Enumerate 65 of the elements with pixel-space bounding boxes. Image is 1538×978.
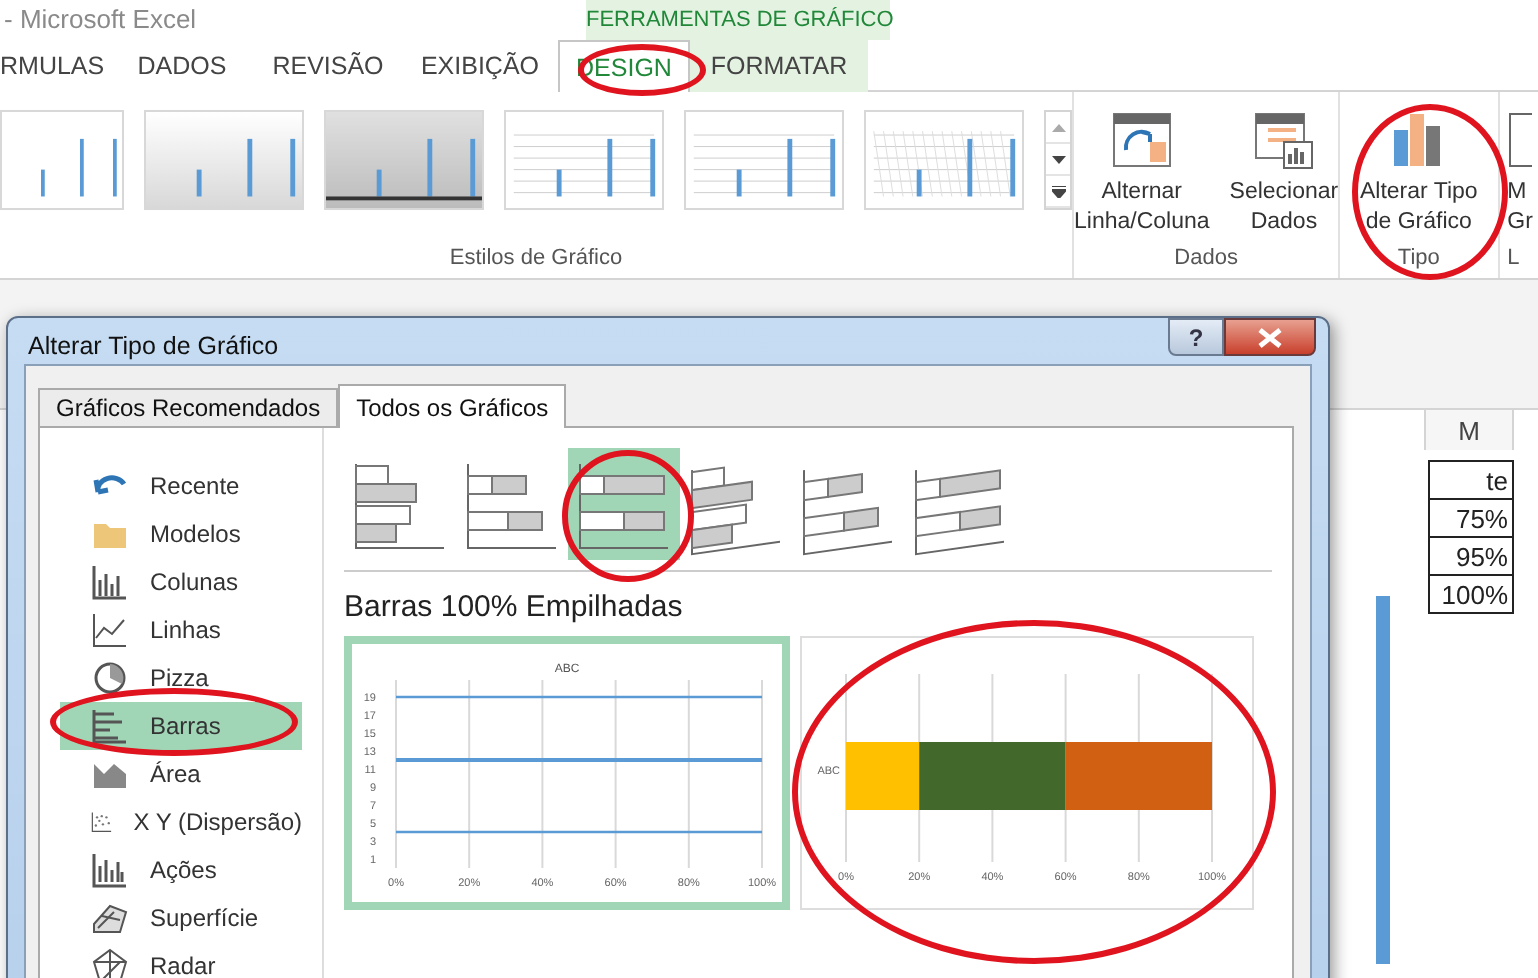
chart-style-thumbnail[interactable]	[684, 110, 844, 210]
ribbon-tab[interactable]: FORMATAR	[690, 40, 868, 92]
surface-chart-icon	[90, 900, 130, 936]
table-cell: 75%	[1428, 498, 1514, 538]
chart-category-item[interactable]: Radar	[60, 942, 302, 978]
chart-category-item[interactable]: Área	[60, 750, 302, 798]
category-label: Pizza	[150, 664, 209, 692]
column-header[interactable]: M	[1424, 410, 1514, 450]
close-button[interactable]	[1224, 318, 1316, 356]
category-label: Colunas	[150, 568, 239, 596]
group-label: Estilos de Gráfico	[447, 246, 625, 274]
dialog-tab[interactable]: Gráficos Recomendados	[38, 388, 339, 426]
category-label: Área	[150, 760, 201, 788]
column-chart-icon	[90, 564, 130, 600]
group-label: L	[1507, 246, 1520, 274]
radar-chart-icon	[90, 948, 130, 978]
group-label: Dados	[1172, 246, 1240, 274]
ribbon-button[interactable]: M Gr	[1507, 110, 1533, 238]
caret-down-icon	[1051, 155, 1065, 163]
chart-style-thumbnail[interactable]	[144, 110, 304, 210]
ribbon-button[interactable]: Alternar Linha/Coluna	[1074, 110, 1210, 238]
chart-style-thumbnail[interactable]	[0, 110, 124, 210]
chart-category-item[interactable]: Barras	[60, 702, 302, 750]
chart-category-item[interactable]: Ações	[60, 846, 302, 894]
swap-table-icon	[1109, 110, 1174, 170]
subtype-title: Barras 100% Empilhadas	[344, 590, 685, 624]
table-cell: te	[1428, 460, 1514, 500]
bar-chart-icon	[90, 708, 130, 744]
table-cell: 95%	[1428, 536, 1514, 576]
stock-chart-icon	[90, 852, 130, 888]
table-chart-icon	[1251, 110, 1316, 170]
help-button[interactable]: ?	[1168, 318, 1224, 356]
contextual-tab-group-label: FERRAMENTAS DE GRÁFICO	[586, 0, 890, 40]
chart-style-thumbnail[interactable]	[864, 110, 1024, 210]
category-label: Radar	[150, 952, 216, 978]
document-icon	[1507, 110, 1532, 170]
category-label: Modelos	[150, 520, 241, 548]
category-label: Ações	[150, 856, 217, 884]
pie-chart-icon	[90, 660, 130, 696]
category-label: Barras	[150, 712, 221, 740]
expand-icon	[1051, 185, 1065, 197]
category-label: Superfície	[150, 904, 259, 932]
chart-category-item[interactable]: Modelos	[60, 510, 302, 558]
dialog-tab[interactable]: Todos os Gráficos	[338, 384, 567, 428]
chart-style-thumbnail[interactable]	[504, 110, 664, 210]
chart-style-thumbnail[interactable]	[324, 110, 484, 210]
chart-category-item[interactable]: Linhas	[60, 606, 302, 654]
table-cell: 100%	[1428, 574, 1514, 614]
caret-up-icon	[1051, 123, 1065, 131]
ribbon-button[interactable]: Alterar Tipo de Gráfico	[1359, 110, 1478, 238]
dialog-title: Alterar Tipo de Gráfico	[26, 330, 281, 360]
window-title: - Microsoft Excel	[2, 2, 199, 38]
group-label: Tipo	[1395, 246, 1442, 274]
chart-category-item[interactable]: Superfície	[60, 894, 302, 942]
circle-annotation	[562, 450, 694, 582]
chart-category-item[interactable]: Colunas	[60, 558, 302, 606]
chart-category-item[interactable]: X Y (Dispersão)	[60, 798, 302, 846]
category-label: X Y (Dispersão)	[133, 808, 302, 836]
close-icon	[1258, 327, 1282, 347]
ribbon-button[interactable]: Selecionar Dados	[1229, 110, 1339, 238]
chart-category-item[interactable]: Pizza	[60, 654, 302, 702]
category-label: Linhas	[150, 616, 221, 644]
line-chart-icon	[90, 612, 130, 648]
category-label: Recente	[150, 472, 240, 500]
chart-category-item[interactable]: Recente	[60, 462, 302, 510]
